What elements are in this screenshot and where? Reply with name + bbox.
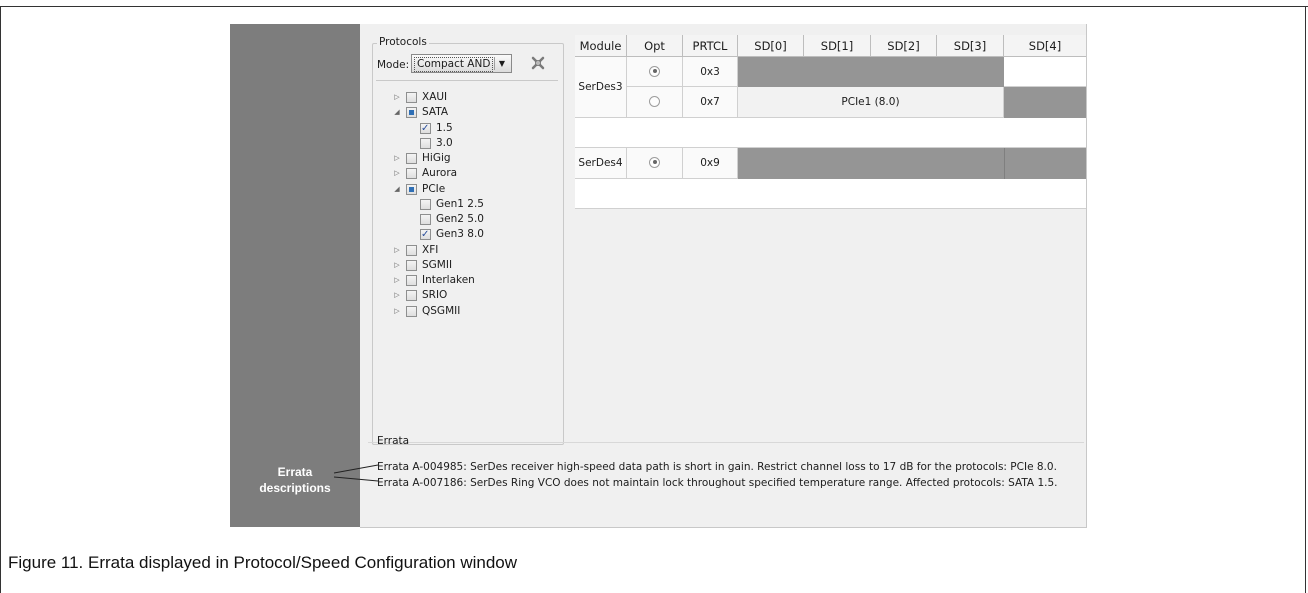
- expand-triangle-icon[interactable]: ◢: [392, 105, 402, 120]
- column-header-module: Module: [575, 35, 627, 57]
- mode-select[interactable]: Compact AND ▼: [411, 54, 512, 73]
- module-cell-serdes4: SerDes4: [575, 148, 627, 179]
- protocol-tree-label: Gen2 5.0: [436, 213, 484, 225]
- prtcl-cell-serdes4-row1: 0x9: [683, 148, 738, 179]
- lane-occupied-block: [738, 148, 1004, 179]
- column-header-prtcl: PRTCL: [683, 35, 738, 57]
- protocol-checkbox[interactable]: [406, 168, 417, 180]
- protocol-tree-label: XFI: [422, 243, 439, 256]
- opt-radio-0x3[interactable]: [649, 65, 660, 77]
- protocol-tree-label: Aurora: [422, 167, 458, 180]
- protocol-checkbox[interactable]: [406, 92, 417, 103]
- protocol-tree-label: SRIO: [422, 289, 448, 302]
- lane-span-pcie1: PCIe1 (8.0): [738, 87, 1004, 118]
- column-header-opt: Opt: [627, 35, 683, 57]
- protocols-group-title: Protocols: [377, 36, 429, 48]
- protocol-tree-label: QSGMII: [422, 304, 461, 317]
- protocol-checkbox[interactable]: [406, 259, 417, 271]
- column-header-sd4: SD[4]: [1004, 35, 1086, 57]
- protocol-checkbox[interactable]: [406, 290, 417, 302]
- errata-title: Errata: [377, 435, 410, 447]
- chevron-down-icon: ▼: [494, 57, 509, 70]
- expand-triangle-icon[interactable]: ◢: [392, 182, 402, 197]
- collapse-triangle-icon[interactable]: ▷: [392, 258, 402, 273]
- prtcl-cell-serdes3-row2: 0x7: [683, 87, 738, 118]
- protocol-tree-label: 1.5: [436, 121, 453, 134]
- protocol-speed-configuration-window: Protocols Mode: Compact AND ▼ ▷ XAUI ◢ SATA…: [360, 24, 1087, 528]
- protocol-tree-label: PCIe: [422, 182, 446, 195]
- column-header-sd2: SD[2]: [871, 35, 937, 57]
- callout-label-line2: descriptions: [259, 481, 331, 495]
- protocol-checkbox[interactable]: [406, 107, 417, 119]
- errata-line-a004985: Errata A-004985: SerDes receiver high-sp…: [377, 461, 1057, 473]
- protocol-checkbox[interactable]: [406, 305, 417, 317]
- protocol-tree-label: Interlaken: [422, 274, 475, 286]
- protocol-tree-label: 3.0: [436, 136, 453, 149]
- collapse-triangle-icon[interactable]: ▷: [392, 151, 402, 166]
- sd4-cell-serdes3-row1: [1004, 57, 1086, 87]
- protocol-checkbox[interactable]: [420, 227, 431, 242]
- mode-select-value: Compact AND: [414, 57, 494, 72]
- collapse-triangle-icon[interactable]: ▷: [392, 90, 402, 105]
- protocols-separator: [376, 80, 558, 81]
- protocol-tree-label: HiGig: [422, 152, 451, 164]
- protocol-checkbox[interactable]: [420, 214, 431, 225]
- lane-occupied-block: [738, 57, 1004, 87]
- protocol-checkbox[interactable]: [420, 121, 431, 136]
- collapse-triangle-icon[interactable]: ▷: [392, 166, 402, 181]
- opt-radio-0x7[interactable]: [649, 95, 660, 107]
- frame-top-border: [0, 6, 1308, 7]
- prtcl-cell-serdes3-row1: 0x3: [683, 57, 738, 87]
- protocol-tree-label: Gen3 8.0: [436, 228, 484, 241]
- opt-cell-serdes3-row1: [627, 57, 683, 87]
- mode-label: Mode:: [377, 59, 410, 71]
- blank-row: [575, 118, 1086, 148]
- protocol-checkbox[interactable]: [406, 275, 417, 286]
- protocol-checkbox[interactable]: [420, 137, 431, 149]
- protocol-tree-label: XAUI: [422, 91, 448, 103]
- collapse-triangle-icon[interactable]: ▷: [392, 243, 402, 258]
- frame-left-border: [0, 6, 1, 593]
- opt-cell-serdes3-row2: [627, 87, 683, 118]
- protocol-tree-label: SGMII: [422, 258, 453, 271]
- errata-separator: [368, 442, 1084, 443]
- errata-line-a007186: Errata A-007186: SerDes Ring VCO does no…: [377, 477, 1058, 489]
- opt-cell-serdes4-row1: [627, 148, 683, 179]
- protocol-checkbox[interactable]: [406, 244, 417, 256]
- collapse-triangle-icon[interactable]: ▷: [392, 273, 402, 288]
- lane-occupied-block: [1004, 148, 1086, 179]
- protocol-checkbox[interactable]: [406, 183, 417, 195]
- collapse-triangle-icon[interactable]: ▷: [392, 304, 402, 319]
- column-header-sd0: SD[0]: [738, 35, 804, 57]
- callout-label-line1: Errata: [277, 465, 313, 479]
- column-header-sd3: SD[3]: [937, 35, 1004, 57]
- frame-right-border: [1305, 6, 1306, 593]
- blank-row: [575, 179, 1086, 209]
- figure-caption: Figure 11. Errata displayed in Protocol/…: [8, 553, 518, 572]
- protocol-tree-label: Gen1 2.5: [436, 197, 484, 210]
- protocol-checkbox[interactable]: [406, 153, 417, 164]
- callout-gray-panel: [230, 24, 360, 527]
- column-header-sd1: SD[1]: [804, 35, 871, 57]
- protocol-checkbox[interactable]: [420, 198, 431, 210]
- lane-occupied-block: [1004, 87, 1086, 118]
- protocol-tree-label: SATA: [422, 106, 449, 119]
- collapse-triangle-icon[interactable]: ▷: [392, 288, 402, 303]
- clear-selection-icon[interactable]: [529, 54, 547, 72]
- opt-radio-0x9[interactable]: [649, 156, 660, 168]
- module-cell-serdes3: SerDes3: [575, 57, 627, 118]
